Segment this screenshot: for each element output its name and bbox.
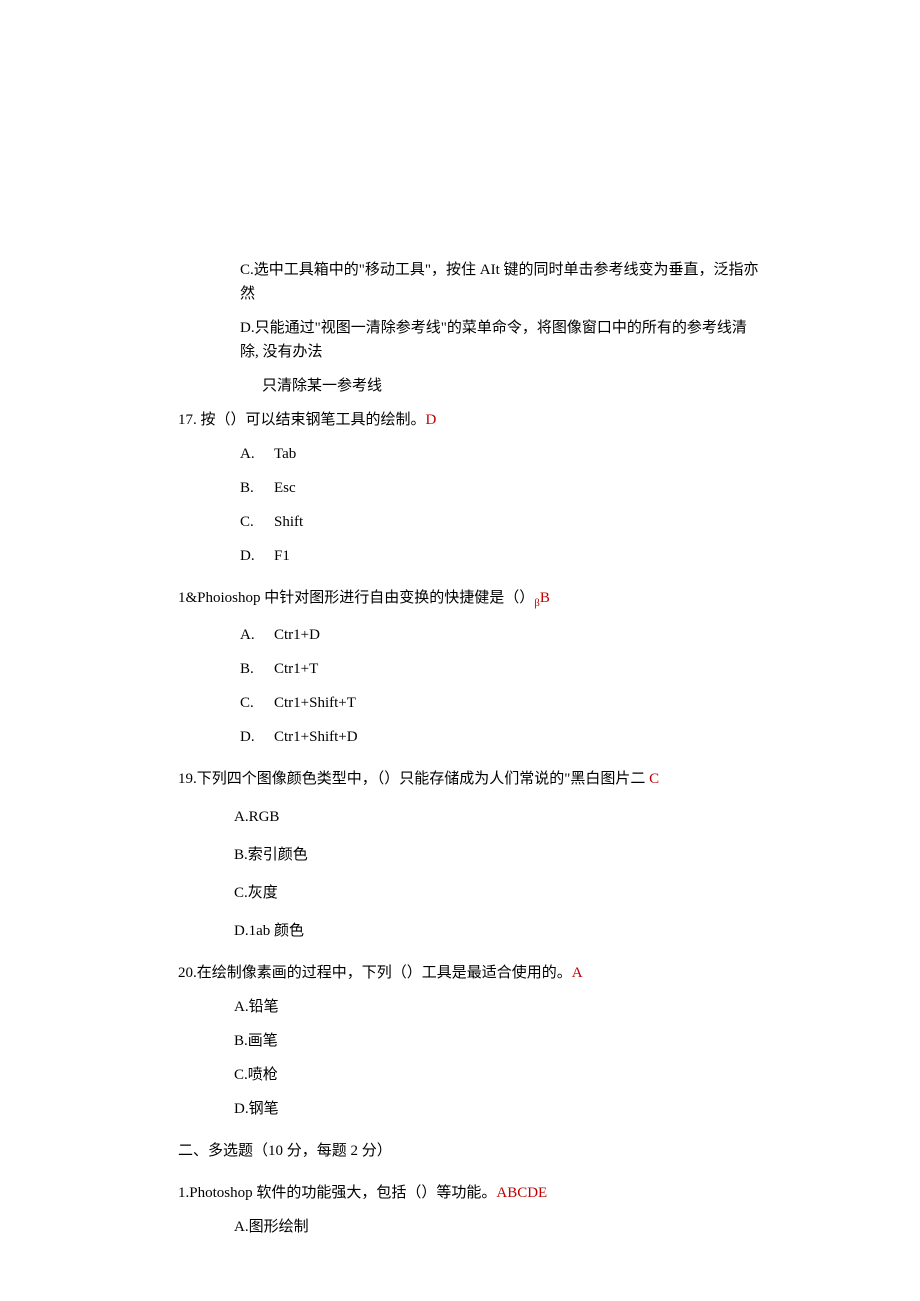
option-text: Ctr1+Shift+D	[274, 729, 358, 745]
q18-stem-text: 1&Phoioshop 中针对图形进行自由变换的快捷健是（）	[178, 590, 534, 606]
q17-option-a: A.Tab	[178, 442, 760, 466]
q20-option-c: C.喷枪	[178, 1063, 760, 1087]
option-letter: B.	[240, 476, 274, 500]
option-text: Ctr1+D	[274, 627, 320, 643]
q18-stem: 1&Phoioshop 中针对图形进行自由变换的快捷健是（）βB	[178, 586, 760, 613]
option-text: Shift	[274, 514, 303, 530]
q17-stem: 17. 按（）可以结束钢笔工具的绘制。D	[178, 408, 760, 432]
mq1-option-a: A.图形绘制	[178, 1215, 760, 1239]
mq1-stem: 1.Photoshop 软件的功能强大，包括（）等功能。ABCDE	[178, 1181, 760, 1205]
q20-stem: 20.在绘制像素画的过程中，下列（）工具是最适合使用的。A	[178, 961, 760, 985]
document-page: C.选中工具箱中的"移动工具"，按住 AIt 键的同时单击参考线变为垂直，泛指亦…	[0, 0, 920, 1301]
q18-option-d: D.Ctr1+Shift+D	[178, 725, 760, 749]
q17-option-c: C.Shift	[178, 510, 760, 534]
q19-stem-text: 19.下列四个图像颜色类型中，（）只能存储成为人们常说的"黑白图片二	[178, 771, 649, 787]
q19-stem: 19.下列四个图像颜色类型中，（）只能存储成为人们常说的"黑白图片二 C	[178, 767, 760, 791]
q18-option-b: B.Ctr1+T	[178, 657, 760, 681]
q19-option-d: D.1ab 颜色	[178, 919, 760, 943]
q20-answer: A	[572, 965, 583, 981]
q16-option-d-line1: D.只能通过"视图一清除参考线"的菜单命令，将图像窗口中的所有的参考线清除, 没…	[178, 316, 760, 364]
q20-option-b: B.画笔	[178, 1029, 760, 1053]
q18-option-c: C.Ctr1+Shift+T	[178, 691, 760, 715]
mq1-stem-text: 1.Photoshop 软件的功能强大，包括（）等功能。	[178, 1185, 496, 1201]
option-letter: C.	[240, 510, 274, 534]
option-text: Ctr1+Shift+T	[274, 695, 356, 711]
q16-option-c: C.选中工具箱中的"移动工具"，按住 AIt 键的同时单击参考线变为垂直，泛指亦…	[178, 258, 760, 306]
option-letter: A.	[240, 623, 274, 647]
option-letter: D.	[240, 544, 274, 568]
q17-option-d: D.F1	[178, 544, 760, 568]
q18-option-a: A.Ctr1+D	[178, 623, 760, 647]
q16-option-d-line2: 只清除某一参考线	[178, 374, 760, 398]
option-text: F1	[274, 548, 290, 564]
q19-option-b: B.索引颜色	[178, 843, 760, 867]
option-text: Tab	[274, 446, 296, 462]
option-letter: D.	[240, 725, 274, 749]
q20-stem-text: 20.在绘制像素画的过程中，下列（）工具是最适合使用的。	[178, 965, 572, 981]
section-2-title: 二、多选题（10 分，每题 2 分）	[178, 1139, 760, 1163]
q17-stem-text: 17. 按（）可以结束钢笔工具的绘制。	[178, 412, 426, 428]
option-text: Ctr1+T	[274, 661, 318, 677]
option-letter: A.	[240, 442, 274, 466]
mq1-answer: ABCDE	[496, 1185, 547, 1201]
q19-answer: C	[649, 771, 659, 787]
q17-answer: D	[426, 412, 437, 428]
q20-option-d: D.钢笔	[178, 1097, 760, 1121]
q20-option-a: A.铅笔	[178, 995, 760, 1019]
q19-option-c: C.灰度	[178, 881, 760, 905]
q17-option-b: B.Esc	[178, 476, 760, 500]
option-letter: B.	[240, 657, 274, 681]
option-text: Esc	[274, 480, 296, 496]
q18-answer: B	[540, 590, 550, 606]
option-letter: C.	[240, 691, 274, 715]
q19-option-a: A.RGB	[178, 805, 760, 829]
